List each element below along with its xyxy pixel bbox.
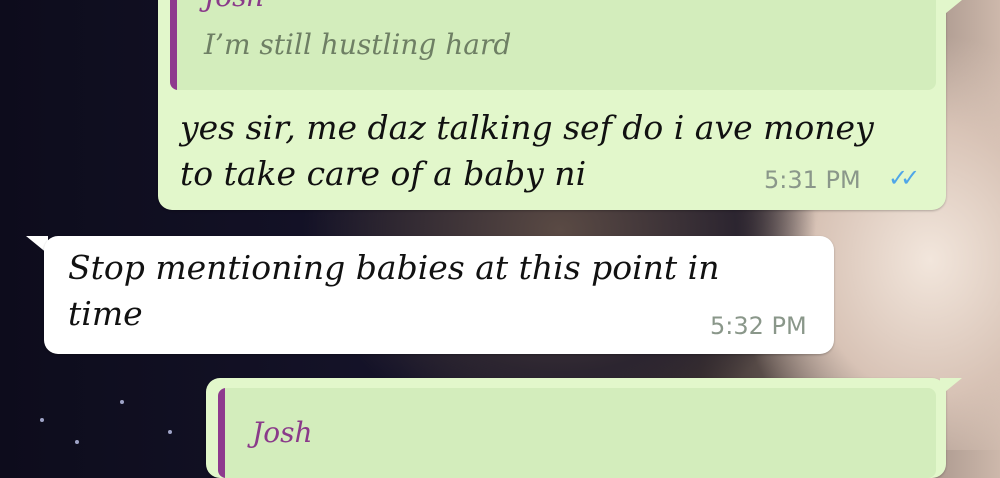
background-sparkle	[168, 430, 172, 434]
background-sparkle	[120, 400, 124, 404]
quote-text: I’m still hustling hard	[204, 28, 512, 61]
message-timestamp: 5:31 PM	[764, 166, 861, 194]
quote-accent-bar	[170, 0, 177, 90]
quote-accent-bar	[218, 388, 225, 478]
message-text-line: time	[68, 294, 143, 333]
quote-author: Josh	[252, 416, 313, 449]
incoming-message-bubble[interactable]: Stop mentioning babies at this point in …	[44, 236, 834, 354]
message-text-line: yes sir, me daz talking sef do i ave mon…	[180, 108, 874, 147]
bubble-tail	[940, 0, 962, 18]
background-sparkle	[75, 440, 79, 444]
outgoing-message-bubble[interactable]: Josh	[206, 378, 946, 478]
quote-author: Josh	[204, 0, 264, 13]
message-timestamp: 5:32 PM	[710, 312, 807, 340]
bubble-tail	[940, 378, 962, 396]
message-text-line: to take care of a baby ni	[180, 154, 587, 193]
read-receipt-icon: ✓✓	[888, 164, 920, 192]
background-sparkle	[40, 418, 44, 422]
outgoing-message-bubble[interactable]: Josh I’m still hustling hard yes sir, me…	[158, 0, 946, 210]
quoted-reply[interactable]: Josh I’m still hustling hard	[170, 0, 936, 90]
message-text-line: Stop mentioning babies at this point in	[68, 248, 720, 287]
quoted-reply[interactable]: Josh	[218, 388, 936, 478]
